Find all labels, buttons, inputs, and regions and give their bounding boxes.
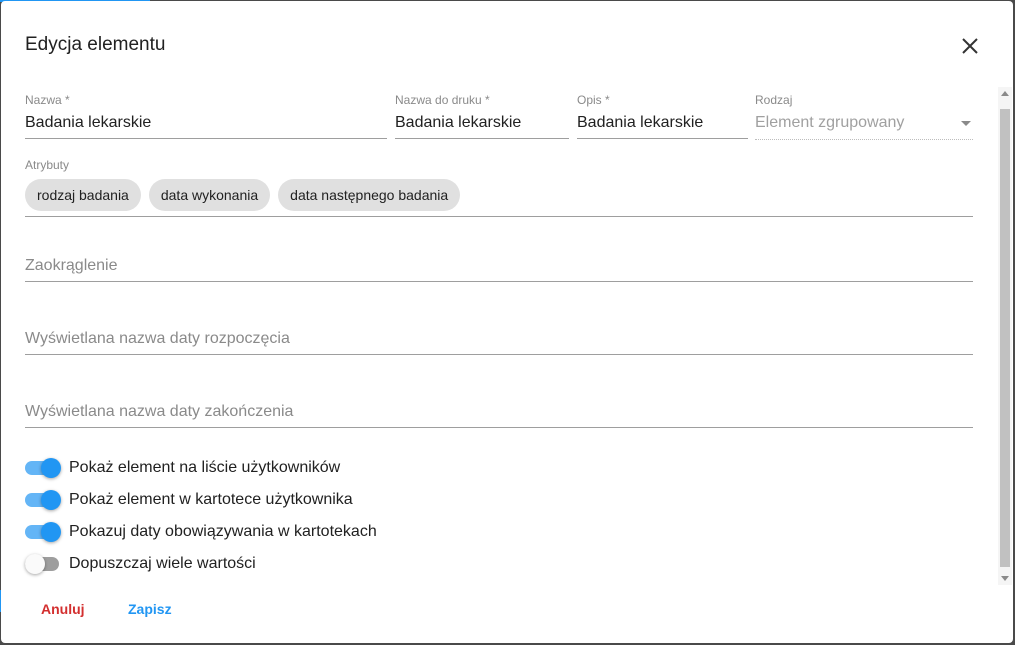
chip-data-wykonania[interactable]: data wykonania <box>148 179 271 211</box>
toggle-wiele-wartosci[interactable] <box>25 554 61 574</box>
opis-underline <box>577 138 748 139</box>
toggle-thumb <box>25 554 45 574</box>
vertical-scrollbar[interactable] <box>998 87 1012 585</box>
rodzaj-label: Rodzaj <box>755 93 793 107</box>
nazwa-do-druku-label: Nazwa do druku * <box>395 93 490 107</box>
chevron-down-icon[interactable] <box>961 121 971 126</box>
atrybuty-underline <box>25 216 973 217</box>
toggle-thumb <box>41 522 61 542</box>
switch-row-daty-obowiazywania: Pokazuj daty obowiązywania w kartotekach <box>25 520 377 544</box>
nazwa-do-druku-field[interactable]: Nazwa do druku * Badania lekarskie <box>395 93 569 139</box>
zaokraglenie-placeholder: Zaokrąglenie <box>25 257 118 274</box>
zaokraglenie-underline <box>25 281 973 282</box>
opis-field[interactable]: Opis * Badania lekarskie <box>577 93 748 139</box>
toggle-daty-obowiazywania[interactable] <box>25 522 61 542</box>
zaokraglenie-field[interactable]: Zaokrąglenie <box>25 255 973 283</box>
data-rozpoczecia-underline <box>25 354 973 355</box>
nazwa-do-druku-value: Badania lekarskie <box>395 114 522 131</box>
toggle-thumb <box>41 490 61 510</box>
rodzaj-underline <box>755 139 973 140</box>
toggle-kartoteka-uzytkownika[interactable] <box>25 490 61 510</box>
toggle-lista-uzytkownikow[interactable] <box>25 458 61 478</box>
toggle-label-wiele-wartosci: Dopuszczaj wiele wartości <box>69 555 256 572</box>
switch-row-lista-uzytkownikow: Pokaż element na liście użytkowników <box>25 456 340 480</box>
dialog-title: Edycja elementu <box>25 34 166 55</box>
scrollbar-thumb[interactable] <box>1000 109 1010 567</box>
atrybuty-chips: rodzaj badania data wykonania data nastę… <box>25 179 461 211</box>
scroll-up-arrow-icon[interactable] <box>1001 91 1009 96</box>
save-button[interactable]: Zapisz <box>128 601 172 617</box>
switch-row-kartoteka-uzytkownika: Pokaż element w kartotece użytkownika <box>25 488 353 512</box>
data-rozpoczecia-field[interactable]: Wyświetlana nazwa daty rozpoczęcia <box>25 328 973 356</box>
data-zakonczenia-field[interactable]: Wyświetlana nazwa daty zakończenia <box>25 401 973 429</box>
opis-value: Badania lekarskie <box>577 114 704 131</box>
chip-data-nastepnego-badania[interactable]: data następnego badania <box>278 179 461 211</box>
data-zakonczenia-placeholder: Wyświetlana nazwa daty zakończenia <box>25 403 294 420</box>
toggle-thumb <box>41 458 61 478</box>
switch-row-wiele-wartosci: Dopuszczaj wiele wartości <box>25 552 256 576</box>
edit-element-dialog: Edycja elementu Nazwa * Badania lekarski… <box>1 1 1013 643</box>
nazwa-value: Badania lekarskie <box>25 114 152 131</box>
close-icon[interactable] <box>959 35 981 57</box>
scroll-down-arrow-icon[interactable] <box>1001 576 1009 581</box>
atrybuty-label: Atrybuty <box>25 158 70 172</box>
nazwa-label: Nazwa * <box>25 93 70 107</box>
rodzaj-select[interactable]: Rodzaj Element zgrupowany <box>755 93 973 140</box>
data-rozpoczecia-placeholder: Wyświetlana nazwa daty rozpoczęcia <box>25 330 290 347</box>
toggle-label-lista-uzytkownikow: Pokaż element na liście użytkowników <box>69 459 341 476</box>
data-zakonczenia-underline <box>25 427 973 428</box>
rodzaj-value: Element zgrupowany <box>755 114 905 131</box>
toggle-label-daty-obowiazywania: Pokazuj daty obowiązywania w kartotekach <box>69 523 377 540</box>
toggle-label-kartoteka-uzytkownika: Pokaż element w kartotece użytkownika <box>69 491 353 508</box>
dialog-content: Nazwa * Badania lekarskie Nazwa do druku… <box>1 85 997 585</box>
nazwa-field[interactable]: Nazwa * Badania lekarskie <box>25 93 387 139</box>
nazwa-underline <box>25 138 387 139</box>
cancel-button[interactable]: Anuluj <box>41 601 85 617</box>
chip-rodzaj-badania[interactable]: rodzaj badania <box>25 179 141 211</box>
opis-label: Opis * <box>577 93 610 107</box>
nazwa-do-druku-underline <box>395 138 569 139</box>
